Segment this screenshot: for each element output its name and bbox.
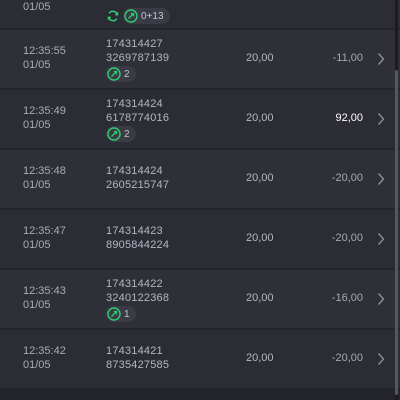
bet-result: 92,00 [335,112,363,124]
bet-id-line2: 3269787139 [106,52,170,64]
chevron-right-icon[interactable] [377,232,385,246]
bet-id-line1: 174314427 [106,38,163,50]
bet-result: -20,00 [331,352,363,364]
refresh-icon [107,10,119,22]
bet-id-line1: 174314421 [106,345,163,357]
bet-history-list: 01/05 0+13 12:35:55 01/05 174314427 3269… [0,0,400,390]
badge-pill: 1 [106,306,136,322]
bet-time: 12:35:55 [23,45,66,57]
bet-result: -20,00 [331,172,363,184]
badge-pill: 2 [106,66,136,82]
bet-result: -11,00 [332,52,363,64]
bet-id-line2: 8905844224 [106,239,170,251]
bet-date: 01/05 [23,179,51,191]
bet-date: 01/05 [23,299,51,311]
badge-pill: 0+13 [123,8,170,24]
bet-result: -16,00 [331,292,363,304]
bet-badges: 2 [106,126,136,142]
badge-count: 1 [124,308,130,320]
bet-row[interactable]: 01/05 0+13 [0,0,400,28]
chevron-right-icon[interactable] [377,352,385,366]
bet-id-line1: 174314422 [106,278,163,290]
bet-badges: 0+13 [106,8,170,24]
swap-icon [107,67,121,81]
bet-badges: 2 [106,66,136,82]
swap-icon [124,9,138,23]
bet-stake: 20,00 [246,52,274,64]
chevron-right-icon[interactable] [377,112,385,126]
chevron-right-icon[interactable] [377,292,385,306]
bet-badges: 1 [106,306,136,322]
swap-icon [107,127,121,141]
bet-time: 12:35:43 [23,285,66,297]
swap-icon [107,307,121,321]
bet-date: 01/05 [23,59,51,71]
chevron-right-icon[interactable] [377,52,385,66]
bet-id-line1: 174314424 [106,165,163,177]
bet-time: 12:35:47 [23,225,66,237]
bet-date: 01/05 [23,1,51,13]
bet-row[interactable]: 12:35:48 01/05 174314424 2605215747 20,0… [0,150,400,208]
bet-time: 12:35:42 [23,345,66,357]
bet-id-line2: 2605215747 [106,179,170,191]
bet-row[interactable]: 12:35:42 01/05 174314421 8735427585 20,0… [0,330,400,388]
bet-id-line1: 174314423 [106,225,163,237]
bet-row[interactable]: 12:35:55 01/05 174314427 3269787139 2 20… [0,30,400,88]
bet-id-line1: 174314424 [106,98,163,110]
bet-time: 12:35:48 [23,165,66,177]
bet-row[interactable]: 12:35:43 01/05 174314422 3240122368 1 20… [0,270,400,328]
bet-stake: 20,00 [246,172,274,184]
bet-id-line2: 3240122368 [106,292,170,304]
bet-time: 12:35:49 [23,105,66,117]
badge-pill: 2 [106,126,136,142]
chevron-right-icon[interactable] [377,172,385,186]
bet-id-line2: 8735427585 [106,359,170,371]
badge-count: 2 [124,128,130,140]
badge-count: 2 [124,68,130,80]
bet-date: 01/05 [23,239,51,251]
bet-stake: 20,00 [246,352,274,364]
bet-stake: 20,00 [246,292,274,304]
scrollbar-thumb[interactable] [395,70,398,395]
badge-count: 0+13 [141,10,164,22]
bet-result: -20,00 [331,232,363,244]
bet-row[interactable]: 12:35:47 01/05 174314423 8905844224 20,0… [0,210,400,268]
bet-date: 01/05 [23,359,51,371]
bet-stake: 20,00 [246,232,274,244]
bet-date: 01/05 [23,119,51,131]
bet-row[interactable]: 12:35:49 01/05 174314424 6178774016 2 20… [0,90,400,148]
bet-id-line2: 6178774016 [106,112,170,124]
bet-stake: 20,00 [246,112,274,124]
